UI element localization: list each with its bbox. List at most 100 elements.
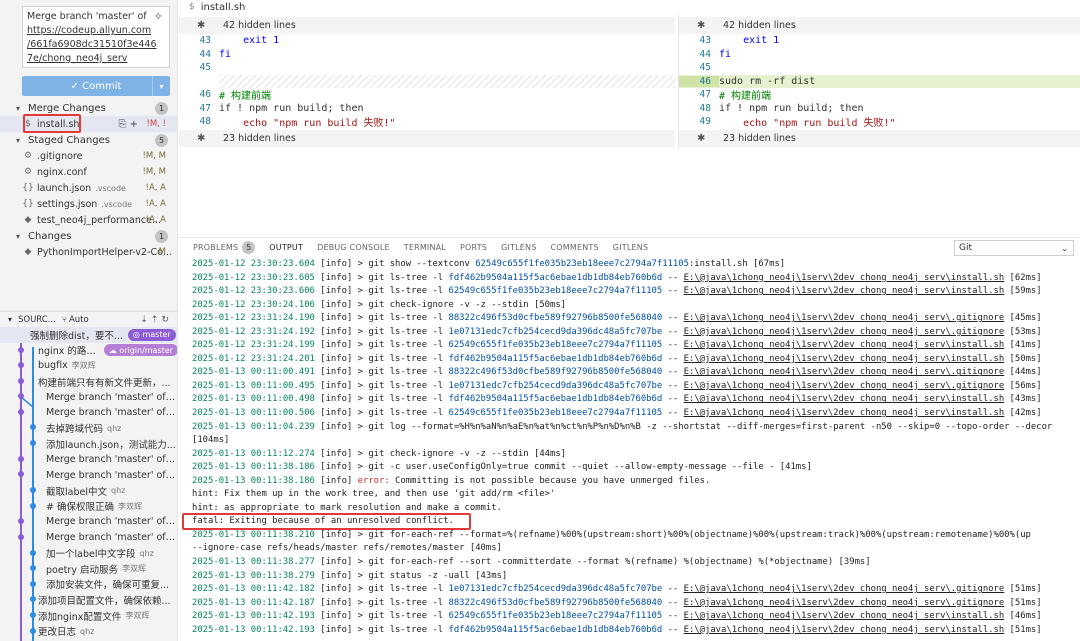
commit-row[interactable]: poetry 启动服务 李双辉 (0, 561, 177, 577)
commit-author: qhz (110, 486, 126, 496)
diff-placeholder (219, 74, 675, 88)
code-text: # 构建前端 (719, 91, 772, 103)
commit-row[interactable]: Merge branch 'master' of c... (0, 514, 177, 530)
commit-row[interactable]: Merge branch 'master' of ht... (0, 467, 177, 483)
hidden-lines-label: 23 hidden lines (223, 133, 296, 144)
log-line: 2025-01-13 00:11:42.193 [info] > git ls-… (192, 624, 1042, 635)
tab-label: TERMINAL (403, 243, 447, 252)
commit-message: 截取label中文 (46, 486, 107, 498)
staged-file-row[interactable]: {} settings.json .vscode !A, A (0, 196, 177, 212)
tab-terminal[interactable]: TERMINAL (404, 243, 446, 252)
tab-gitlens-2[interactable]: GITLENS (613, 243, 648, 252)
commit-row[interactable]: Merge branch 'master' of c... (0, 452, 178, 468)
hidden-lines-bar[interactable]: ✱ 42 hidden lines (679, 17, 1080, 34)
tab-debug-console[interactable]: DEBUG CONSOLE (317, 243, 390, 252)
hidden-lines-bar[interactable]: ✱ 23 hidden lines (179, 130, 675, 147)
log-line: 2025-01-12 23:30:23.605 [info] > git ls-… (192, 272, 1042, 283)
log-line: 2025-01-12 23:31:24.201 [info] > git ls-… (192, 353, 1042, 364)
commit-row[interactable]: Merge branch 'master' of c... (0, 389, 177, 405)
commit-row[interactable]: 添加launch.json，测试能力... (0, 436, 177, 452)
code-line: 49 echo "npm run build 失败!" (679, 115, 1080, 129)
highlight-box (182, 513, 471, 530)
line-number: 47 (699, 89, 711, 101)
log-line: 2025-01-13 00:11:00.498 [info] > git ls-… (192, 394, 1042, 405)
commit-row[interactable]: 强制删除dist，要不... ◎ master (0, 327, 177, 343)
source-control-graph-header[interactable]: ▾ SOURC... ⑂ Auto ⇣⇡↻ (0, 311, 177, 327)
hidden-lines-bar[interactable]: ✱ 42 hidden lines (179, 17, 675, 34)
commit-row[interactable]: Merge branch 'master' of ht... (0, 405, 177, 421)
commit-author: 李双辉 (71, 361, 96, 371)
commit-author: 李双辉 (125, 611, 150, 621)
gear-icon: ⚙ (23, 167, 33, 177)
log-line: 2025-01-13 00:11:38.186 [info] error: Co… (192, 475, 711, 486)
commit-row[interactable]: nginx 的路径... ☁ origin/master (0, 343, 177, 359)
commit-row[interactable]: bugfix 李双辉 (0, 358, 177, 374)
chevron-down-icon: ▾ (16, 135, 21, 145)
commit-row[interactable]: Merge branch 'master' of ht... (0, 530, 178, 546)
commit-row[interactable]: 添加安装文件，确保可重复... (0, 577, 177, 593)
hidden-lines-label: 42 hidden lines (223, 20, 296, 31)
branch-tag-origin-master[interactable]: ☁ origin/master (103, 344, 177, 357)
commit-message-input[interactable]: Merge branch 'master' of https://codeup.… (22, 6, 170, 68)
line-number: 47 (199, 102, 211, 114)
changes-header[interactable]: ▾ Changes 1 (0, 228, 177, 244)
commit-message: 加一个label中文字段 (46, 549, 136, 561)
commit-message: Merge branch 'master' of ht... (46, 532, 178, 544)
section-label: Merge Changes (28, 102, 106, 114)
commit-button-label: ✓ Commit (70, 80, 122, 92)
chevron-down-icon[interactable]: ▾ (152, 76, 170, 96)
commit-row[interactable]: 截取label中文 qhz (0, 483, 177, 499)
changed-file-row[interactable]: ◆ PythonImportHelper-v2-Co... M (0, 244, 177, 260)
commit-message: 添加项目配置文件，确保依赖... (38, 595, 171, 607)
file-dir: .vscode (101, 199, 133, 209)
staged-file-row[interactable]: ⚙ nginx.conf !M, M (0, 164, 177, 180)
log-line: 2025-01-13 00:11:00.495 [info] > git ls-… (192, 380, 1042, 391)
commit-row[interactable]: 更改日志 qhz (0, 623, 177, 639)
commit-row[interactable]: 加一个label中文字段 qhz (0, 545, 177, 561)
commit-message: Merge branch 'master' of c... (46, 454, 178, 466)
log-line: 2025-01-13 00:11:00.491 [info] > git ls-… (192, 367, 1042, 378)
commit-row[interactable]: # 确保权限正确 李双辉 (0, 499, 177, 515)
code-text: if ! npm run build; then (719, 102, 864, 114)
commit-row[interactable]: 添加nginx配置文件 李双辉 (0, 608, 177, 624)
log-line: hint: Fix them up in the work tree, and … (192, 489, 556, 500)
code-text: fi (719, 48, 732, 60)
staged-file-row[interactable]: {} launch.json .vscode !A, A (0, 180, 177, 196)
commit-button[interactable]: ✓ Commit ▾ (22, 76, 170, 96)
tab-ports[interactable]: PORTS (460, 243, 487, 252)
commit-message: 更改日志 (38, 627, 77, 639)
staged-changes-header[interactable]: ▾ Staged Changes 5 (0, 132, 177, 148)
tab-gitlens[interactable]: GITLENS (501, 243, 536, 252)
code-line: 46 # 构建前端 (179, 88, 675, 102)
commit-row[interactable]: 去掉跨域代码 qhz (0, 421, 177, 437)
graph-toolbar[interactable]: ⇣⇡↻ (140, 315, 172, 325)
branch-tag-master[interactable]: ◎ master (127, 328, 176, 341)
code-text: fi (219, 48, 232, 60)
tab-problems[interactable]: PROBLEMS 5 (193, 241, 256, 254)
file-name: nginx.conf (37, 166, 87, 178)
commit-row[interactable]: 添加项目配置文件，确保依赖... (0, 592, 177, 608)
output-channel-select[interactable]: Git ⌄ (954, 240, 1074, 256)
tab-output[interactable]: OUTPUT (269, 243, 303, 252)
code-line: 48 echo "npm run build 失败!" (179, 115, 675, 129)
log-line: 2025-01-12 23:31:24.199 [info] > git ls-… (192, 340, 1042, 351)
log-line: 2025-01-13 00:11:42.193 [info] > git ls-… (192, 611, 1042, 622)
panel-tab-bar: PROBLEMS 5 OUTPUT DEBUG CONSOLE TERMINAL … (179, 237, 1080, 257)
file-actions[interactable]: ⎘ + (118, 119, 138, 130)
code-text: echo "npm run build 失败!" (719, 118, 896, 130)
diff-pane-right: ✱ 42 hidden lines 43 exit 1 44 fi 45 46 su… (678, 15, 1080, 149)
commit-message-line: 7e/chong_neo4j_serv (27, 53, 128, 64)
staged-file-row[interactable]: ⚙ .gitignore !M, M (0, 148, 177, 164)
log-line: 2025-01-13 00:11:38.279 [info] > git sta… (192, 570, 508, 581)
commit-author: 李双辉 (121, 564, 146, 574)
sparkle-icon[interactable]: ✧ (154, 10, 163, 24)
staged-file-row[interactable]: ◆ test_neo4j_performance... !A, A (0, 212, 177, 228)
count-badge: 5 (242, 241, 256, 254)
line-number: 48 (199, 116, 211, 128)
hidden-lines-bar[interactable]: ✱ 23 hidden lines (679, 130, 1080, 147)
graph-auto-label[interactable]: Auto (69, 315, 89, 325)
log-line: 2025-01-13 00:11:38.186 [info] > git -c … (192, 462, 812, 473)
editor-tab[interactable]: $ install.sh (179, 0, 1080, 14)
tab-comments[interactable]: COMMENTS (551, 243, 599, 252)
commit-row[interactable]: 构建前端只有有新文件更新，... (0, 374, 177, 390)
